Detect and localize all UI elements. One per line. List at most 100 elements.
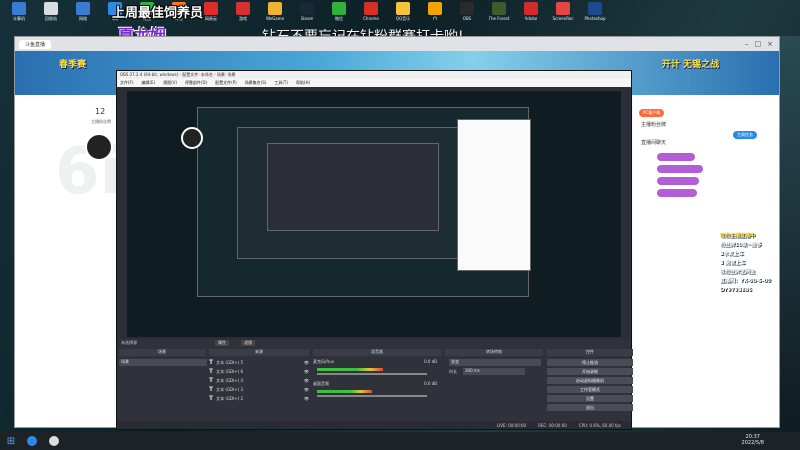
control-button[interactable]: 开始录制 <box>547 368 633 375</box>
no-source-label: 未选择源 <box>121 340 137 345</box>
props-button[interactable]: 属性 <box>215 340 229 346</box>
browser-tabbar: 斗鱼直播 – □ × <box>15 37 779 51</box>
obs-docks: 未选择源 属性 滤镜 场景 来源 混音器 转场特效 控件 场景 T 文本 (GDI… <box>117 339 633 429</box>
window-controls: – □ × <box>745 40 779 48</box>
control-button[interactable]: 设置 <box>547 395 633 402</box>
visibility-icon[interactable]: 👁 <box>304 369 309 374</box>
desktop-icon-label: The Forest <box>488 16 510 21</box>
desktop-icon-label: 网易云 <box>205 16 217 21</box>
source-item[interactable]: T 文本 (GDI+) 4 👁 <box>209 377 309 384</box>
app-icon <box>556 2 570 15</box>
obs-menu-item[interactable]: 文件(F) <box>120 80 133 86</box>
desktop-icon[interactable]: 网络 <box>68 0 98 24</box>
app-icon <box>428 2 442 15</box>
filter-button[interactable]: 滤镜 <box>241 340 255 346</box>
text-source-icon: T <box>209 359 214 366</box>
desktop-icon[interactable]: WeGame <box>260 0 290 24</box>
visibility-icon[interactable]: 👁 <box>304 387 309 392</box>
minimize-icon[interactable]: – <box>745 40 749 48</box>
obs-menu-item[interactable]: 编辑(E) <box>141 80 155 86</box>
desktop-icon[interactable]: 计算机 <box>4 0 34 24</box>
volume-slider[interactable] <box>317 395 427 397</box>
cpu-status: CPU: 0.6%, 60.00 fps <box>578 422 621 428</box>
side-panel-line: DY9793886 <box>720 287 752 293</box>
source-item[interactable]: T 文本 (GDI+) 2 👁 <box>209 395 309 402</box>
desktop-icon[interactable]: Chrome <box>356 0 386 24</box>
control-button[interactable]: 工作室模式 <box>547 386 633 393</box>
desktop-icon[interactable]: The Forest <box>484 0 514 24</box>
desktop-icon-label: 回收站 <box>45 16 57 21</box>
app-icon <box>44 2 58 15</box>
rec-status: REC: 00:00:00 <box>538 422 567 428</box>
desktop-icon-label: Photoshop <box>584 16 606 21</box>
browser-tab[interactable]: 斗鱼直播 <box>19 39 52 49</box>
desktop-icon[interactable]: Adobe <box>516 0 546 24</box>
side-panel-line: 2水友上车 <box>720 251 744 257</box>
app-icon <box>524 2 538 15</box>
desktop-icon-label: OBS <box>462 16 472 21</box>
text-source-icon: T <box>209 395 214 402</box>
control-button[interactable]: 停止推流 <box>547 359 633 366</box>
app-icon <box>492 2 506 15</box>
sources-dock-title: 来源 <box>209 349 309 356</box>
maximize-icon[interactable]: □ <box>755 40 762 48</box>
pc-client-button[interactable]: PC客户端 <box>639 109 665 117</box>
side-panel-line: 直播间：YX-00-5-00 <box>720 278 771 284</box>
source-label: 文本 (GDI+) 4 <box>216 377 244 383</box>
obs-menu-item[interactable]: 配置文件(P) <box>215 80 237 86</box>
chat-pill-3 <box>657 177 699 185</box>
obs-preview[interactable] <box>127 91 621 337</box>
desktop-icon[interactable]: YY <box>420 0 450 24</box>
desktop-icon-label: QQ音乐 <box>395 16 411 21</box>
mixer-db: 0.0 dB <box>424 359 437 364</box>
desktop-icon[interactable]: OBS <box>452 0 482 24</box>
desktop-icon-label: 网络 <box>79 16 87 21</box>
visibility-icon[interactable]: 👁 <box>304 360 309 365</box>
side-panel-line: 吸粉主播直播中 <box>720 233 756 239</box>
desktop-icon[interactable]: ScreenRec <box>548 0 578 24</box>
taskbar-browser-icon[interactable] <box>24 434 40 448</box>
desktop-icon-label: 计算机 <box>13 16 25 21</box>
mixer-db: 0.0 dB <box>424 381 437 386</box>
source-item[interactable]: T 文本 (GDI+) 5 👁 <box>209 359 309 366</box>
transition-duration-label: 时长 <box>449 369 457 374</box>
source-item[interactable]: T 文本 (GDI+) 3 👁 <box>209 386 309 393</box>
desktop-icon-label: 游戏 <box>239 16 247 21</box>
obs-menu-item[interactable]: 场景集合(S) <box>245 80 267 86</box>
mixer-channel: 麦克风/Aux 0.0 dB <box>313 359 441 379</box>
scene-item[interactable]: 场景 <box>119 359 207 366</box>
source-label: 文本 (GDI+) 6 <box>216 368 244 374</box>
visibility-icon[interactable]: 👁 <box>304 396 309 401</box>
desktop-icon[interactable]: Photoshop <box>580 0 610 24</box>
obs-menu-item[interactable]: 停靠部件(D) <box>185 80 207 86</box>
streamer-avatar <box>85 133 113 161</box>
scenes-dock-title: 场景 <box>119 349 205 356</box>
desktop-icon-label: ScreenRec <box>552 16 574 21</box>
source-item[interactable]: T 文本 (GDI+) 6 👁 <box>209 368 309 375</box>
desktop-icon-label: 微信 <box>335 16 343 21</box>
chat-label: 直播间聊天 <box>641 140 667 146</box>
volume-slider[interactable] <box>317 373 427 375</box>
desktop-icon[interactable]: 回收站 <box>36 0 66 24</box>
desktop-icon[interactable]: QQ音乐 <box>388 0 418 24</box>
close-icon[interactable]: × <box>767 40 773 48</box>
control-button[interactable]: 退出 <box>547 404 633 411</box>
desktop-icon[interactable]: 微信 <box>324 0 354 24</box>
obs-menu-item[interactable]: 视图(V) <box>163 80 177 86</box>
obs-title-bar: OBS 27.2.4 (64-bit, windows) - 配置文件: 未命名… <box>117 71 631 79</box>
week-task-badge[interactable]: 主周任务 <box>733 131 757 139</box>
transition-type[interactable]: 渐变 <box>449 359 541 366</box>
obs-menu-item[interactable]: 帮助(H) <box>296 80 310 86</box>
taskbar: ⊞ 20:37 2022/5/8 <box>0 432 800 450</box>
start-icon[interactable]: ⊞ <box>4 434 18 448</box>
obs-menu-item[interactable]: 工具(T) <box>274 80 288 86</box>
desktop-icon[interactable]: 游戏 <box>228 0 258 24</box>
controls-dock-title: 控件 <box>547 349 633 356</box>
transition-duration[interactable]: 300 ms <box>463 368 525 375</box>
taskbar-obs-icon[interactable] <box>46 434 62 448</box>
control-button[interactable]: 启动虚拟摄像机 <box>547 377 633 384</box>
desktop-icon-label: WeGame <box>265 16 285 21</box>
app-icon <box>396 2 410 15</box>
visibility-icon[interactable]: 👁 <box>304 378 309 383</box>
desktop-icon[interactable]: Steam <box>292 0 322 24</box>
